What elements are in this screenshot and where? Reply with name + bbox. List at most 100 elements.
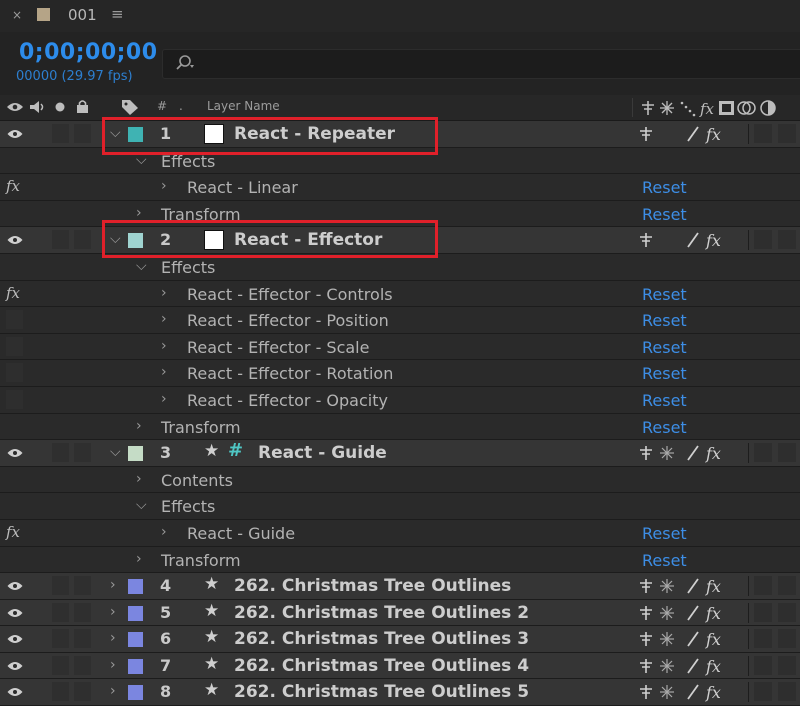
mode-switch-box[interactable] <box>754 576 772 596</box>
current-time-display[interactable]: 0;00;00;00 <box>19 40 158 65</box>
layer-label-color[interactable] <box>128 605 143 621</box>
mode-switch-box[interactable] <box>754 443 772 463</box>
layer-name[interactable]: React - Guide <box>258 443 387 463</box>
effect-enable-fx-icon[interactable]: fx <box>6 284 20 302</box>
collapse-chevron-icon[interactable]: ⌵ <box>136 497 147 513</box>
lock-switch[interactable] <box>74 682 91 702</box>
visibility-eye-icon[interactable] <box>7 235 23 245</box>
mode-switch-box[interactable] <box>754 230 772 250</box>
expand-chevron-icon[interactable]: › <box>161 524 167 540</box>
track-matte-box[interactable] <box>778 230 796 250</box>
layer-switches-icons[interactable]: fx <box>638 123 728 145</box>
property-group-name[interactable]: Effects <box>161 258 215 277</box>
mode-switch-box[interactable] <box>754 682 772 702</box>
property-group-name[interactable]: Effects <box>161 497 215 516</box>
layer-switches-icons[interactable]: fx <box>638 655 728 677</box>
expand-chevron-icon[interactable]: › <box>161 364 167 380</box>
layer-label-color[interactable] <box>128 579 143 595</box>
reset-link[interactable]: Reset <box>642 205 687 224</box>
lock-switch[interactable] <box>74 655 91 675</box>
effect-row[interactable]: › React - Effector - Rotation Reset <box>0 360 800 387</box>
video-visibility-header-icon[interactable] <box>6 101 24 113</box>
effect-name[interactable]: React - Guide <box>187 524 295 543</box>
layer-row[interactable]: › 7 ★ 262. Christmas Tree Outlines 4 fx <box>0 652 800 680</box>
property-group-name[interactable]: Contents <box>161 471 233 490</box>
effect-enable-switch[interactable] <box>6 389 23 409</box>
panel-menu-icon[interactable]: ≡ <box>111 5 124 23</box>
track-matte-box[interactable] <box>778 602 796 622</box>
label-header-icon[interactable] <box>121 99 139 116</box>
effect-name[interactable]: React - Effector - Scale <box>187 338 369 357</box>
property-group-name[interactable]: Transform <box>161 418 241 437</box>
property-group-row[interactable]: › Transform Reset <box>0 413 800 441</box>
expand-chevron-icon[interactable]: › <box>136 418 142 434</box>
property-group-row[interactable]: › Transform Reset <box>0 546 800 574</box>
expand-chevron-icon[interactable]: › <box>110 657 116 673</box>
property-group-row[interactable]: › Contents <box>0 466 800 494</box>
layer-search-input[interactable] <box>162 49 800 79</box>
effect-name[interactable]: React - Effector - Opacity <box>187 391 388 410</box>
solo-switch[interactable] <box>52 602 69 622</box>
reset-link[interactable]: Reset <box>642 524 687 543</box>
collapse-chevron-icon[interactable]: ⌵ <box>110 444 121 460</box>
solo-switch[interactable] <box>52 443 69 463</box>
visibility-eye-icon[interactable] <box>7 448 23 458</box>
layer-name[interactable]: 262. Christmas Tree Outlines 3 <box>234 629 529 649</box>
layer-switches-icons[interactable]: fx <box>638 442 728 464</box>
layer-switches-icons[interactable]: fx <box>638 575 728 597</box>
layer-switches-icons[interactable]: fx <box>638 602 728 624</box>
track-matte-box[interactable] <box>778 576 796 596</box>
sort-column-header[interactable]: . <box>179 99 183 113</box>
collapse-chevron-icon[interactable]: ⌵ <box>136 258 147 274</box>
expand-chevron-icon[interactable]: › <box>136 471 142 487</box>
track-matte-box[interactable] <box>778 443 796 463</box>
layer-row[interactable]: ⌵ 3 ★ # React - Guide fx <box>0 440 800 467</box>
effect-name[interactable]: React - Linear <box>187 178 298 197</box>
reset-link[interactable]: Reset <box>642 418 687 437</box>
reset-link[interactable]: Reset <box>642 311 687 330</box>
layer-switches-icons[interactable]: fx <box>638 229 728 251</box>
expand-chevron-icon[interactable]: › <box>110 604 116 620</box>
solo-switch[interactable] <box>52 230 69 250</box>
visibility-eye-icon[interactable] <box>7 687 23 697</box>
lock-switch[interactable] <box>74 629 91 649</box>
lock-switch[interactable] <box>74 576 91 596</box>
expand-chevron-icon[interactable]: › <box>110 630 116 646</box>
layer-switches-icons[interactable]: fx <box>638 628 728 650</box>
effect-row[interactable]: › React - Effector - Opacity Reset <box>0 386 800 414</box>
layer-row[interactable]: › 6 ★ 262. Christmas Tree Outlines 3 fx <box>0 626 800 653</box>
solo-switch[interactable] <box>52 124 69 143</box>
reset-link[interactable]: Reset <box>642 178 687 197</box>
layer-label-color[interactable] <box>128 446 143 462</box>
effect-enable-fx-icon[interactable]: fx <box>6 523 20 541</box>
composition-tab-title[interactable]: 001 <box>68 6 97 24</box>
number-column-header[interactable]: # <box>157 99 167 113</box>
close-tab-icon[interactable]: × <box>12 8 22 22</box>
layer-name[interactable]: 262. Christmas Tree Outlines <box>234 576 511 596</box>
effect-row[interactable]: › React - Effector - Position Reset <box>0 307 800 334</box>
expand-chevron-icon[interactable]: › <box>161 178 167 194</box>
effect-enable-fx-icon[interactable]: fx <box>6 177 20 195</box>
visibility-eye-icon[interactable] <box>7 581 23 591</box>
reset-link[interactable]: Reset <box>642 364 687 383</box>
effect-name[interactable]: React - Effector - Controls <box>187 285 393 304</box>
effect-row[interactable]: › React - Effector - Scale Reset <box>0 333 800 361</box>
track-matte-box[interactable] <box>778 655 796 675</box>
visibility-eye-icon[interactable] <box>7 608 23 618</box>
reset-link[interactable]: Reset <box>642 391 687 410</box>
track-matte-box[interactable] <box>778 629 796 649</box>
track-matte-box[interactable] <box>778 124 796 143</box>
expand-chevron-icon[interactable]: › <box>110 683 116 699</box>
reset-link[interactable]: Reset <box>642 285 687 304</box>
solo-switch[interactable] <box>52 629 69 649</box>
track-matte-box[interactable] <box>778 682 796 702</box>
layer-label-color[interactable] <box>128 632 143 648</box>
visibility-eye-icon[interactable] <box>7 129 23 139</box>
lock-switch[interactable] <box>74 602 91 622</box>
effect-row[interactable]: fx › React - Guide Reset <box>0 519 800 547</box>
mode-switch-box[interactable] <box>754 655 772 675</box>
mode-switch-box[interactable] <box>754 629 772 649</box>
layer-row[interactable]: › 4 ★ 262. Christmas Tree Outlines fx <box>0 573 800 600</box>
visibility-eye-icon[interactable] <box>7 661 23 671</box>
expand-chevron-icon[interactable]: › <box>161 311 167 327</box>
